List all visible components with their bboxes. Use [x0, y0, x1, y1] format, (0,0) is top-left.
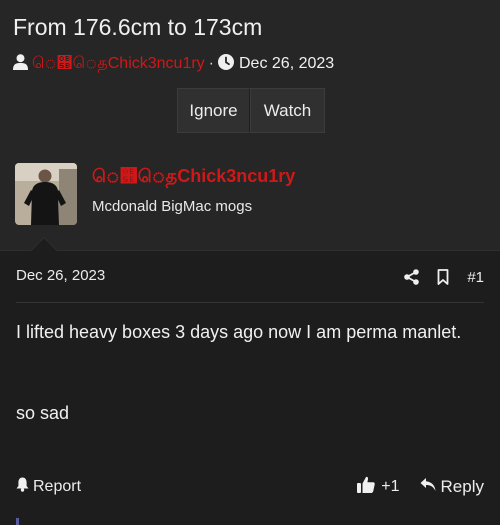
thread-action-buttons: Ignore Watch	[177, 88, 325, 133]
post-divider	[16, 302, 484, 303]
post-body-line: so sad	[16, 403, 70, 423]
user-icon	[13, 53, 28, 75]
post-username[interactable]: ெ୛ெதChick3ncu1ry	[92, 166, 295, 189]
reply-icon	[420, 477, 436, 497]
post-number-link[interactable]: #1	[467, 269, 484, 286]
bookmark-icon[interactable]	[437, 269, 449, 285]
thumbs-up-icon	[357, 476, 376, 498]
post-user-block: ெ୛ெதChick3ncu1ry Mcdonald BigMac mogs	[0, 146, 500, 251]
ignore-button[interactable]: Ignore	[177, 88, 250, 133]
bell-icon	[16, 477, 29, 497]
share-icon[interactable]	[404, 269, 420, 285]
reply-label: Reply	[440, 477, 484, 496]
post: ெ୛ெதChick3ncu1ry Mcdonald BigMac mogs De…	[0, 146, 500, 525]
avatar[interactable]	[15, 163, 77, 225]
next-post-edge	[16, 518, 19, 525]
post-body: I lifted heavy boxes 3 days ago now I am…	[16, 319, 476, 427]
thread-title: From 176.6cm to 173cm	[13, 14, 263, 40]
post-footer: Report +1 Reply	[16, 476, 484, 498]
report-label: Report	[33, 478, 82, 495]
thread-meta: ெ୛ெதChick3ncu1ry · Dec 26, 2023	[13, 53, 334, 75]
user-title: Mcdonald BigMac mogs	[92, 198, 253, 215]
thread-author-link[interactable]: ெ୛ெதChick3ncu1ry	[32, 54, 205, 74]
thread-header: From 176.6cm to 173cm ெ୛ெதChick3ncu1ry ·…	[0, 0, 500, 146]
meta-separator: ·	[208, 55, 214, 72]
report-button[interactable]: Report	[16, 477, 81, 497]
clock-icon	[218, 53, 234, 75]
post-date[interactable]: Dec 26, 2023	[16, 267, 105, 284]
like-button[interactable]: +1	[357, 476, 400, 498]
post-body-line: I lifted heavy boxes 3 days ago now I am…	[16, 322, 462, 342]
reaction-count: +1	[381, 478, 400, 495]
reply-button[interactable]: Reply	[420, 477, 484, 497]
watch-button[interactable]: Watch	[250, 88, 325, 133]
thread-date[interactable]: Dec 26, 2023	[239, 55, 334, 73]
post-header-actions: #1	[386, 266, 484, 288]
